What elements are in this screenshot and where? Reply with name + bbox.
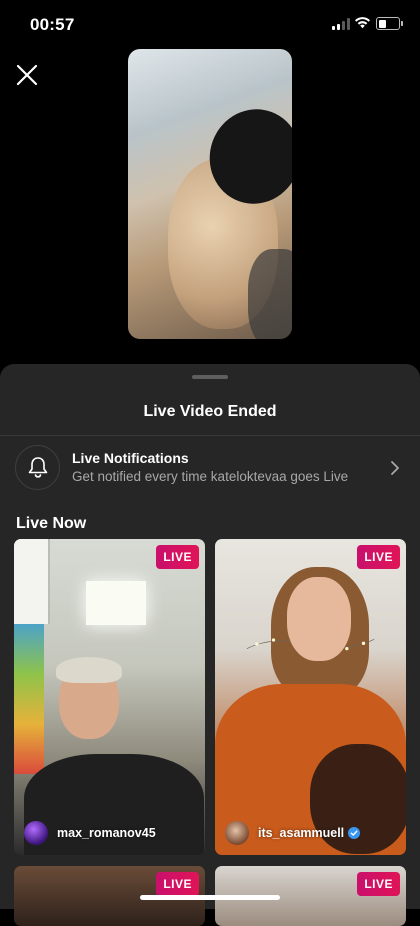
bell-icon-container [15, 445, 60, 490]
live-badge: LIVE [357, 545, 400, 569]
avatar [225, 821, 249, 845]
cellular-signal-icon [332, 18, 350, 30]
stream-thumbnail [14, 539, 205, 855]
close-icon [16, 64, 38, 86]
stream-user: max_romanov45 [24, 820, 156, 846]
sheet-grabber[interactable] [192, 375, 228, 379]
live-notifications-subtitle: Get notified every time kateloktevaa goe… [72, 469, 349, 484]
live-notifications-row[interactable]: Live Notifications Get notified every ti… [0, 436, 420, 498]
live-now-header: Live Now [16, 515, 87, 532]
ended-video-preview [128, 49, 292, 339]
stream-user: its_asammuell [225, 820, 361, 846]
live-badge: LIVE [156, 872, 199, 896]
stream-username: its_asammuell [258, 826, 345, 840]
battery-icon [376, 17, 403, 30]
live-ended-sheet: Live Video Ended Live Notifications Get … [0, 364, 420, 926]
live-badge: LIVE [156, 545, 199, 569]
bell-icon [28, 457, 48, 478]
stream-username: max_romanov45 [57, 826, 156, 840]
status-bar: 00:57 [0, 0, 420, 50]
live-badge: LIVE [357, 872, 400, 896]
avatar [24, 821, 48, 845]
verified-badge-icon [348, 827, 361, 839]
live-notifications-title: Live Notifications [72, 450, 189, 466]
status-time: 00:57 [30, 15, 75, 34]
chevron-right-icon [391, 461, 399, 475]
sheet-title: Live Video Ended [143, 403, 277, 420]
live-stream-card[interactable]: LIVE max_romanov45 [14, 539, 205, 855]
close-button[interactable] [12, 60, 42, 90]
stream-thumbnail [215, 539, 406, 855]
home-indicator[interactable] [140, 895, 280, 900]
wifi-icon [355, 17, 370, 29]
live-stream-card[interactable]: LIVE its_asammuell [215, 539, 406, 855]
